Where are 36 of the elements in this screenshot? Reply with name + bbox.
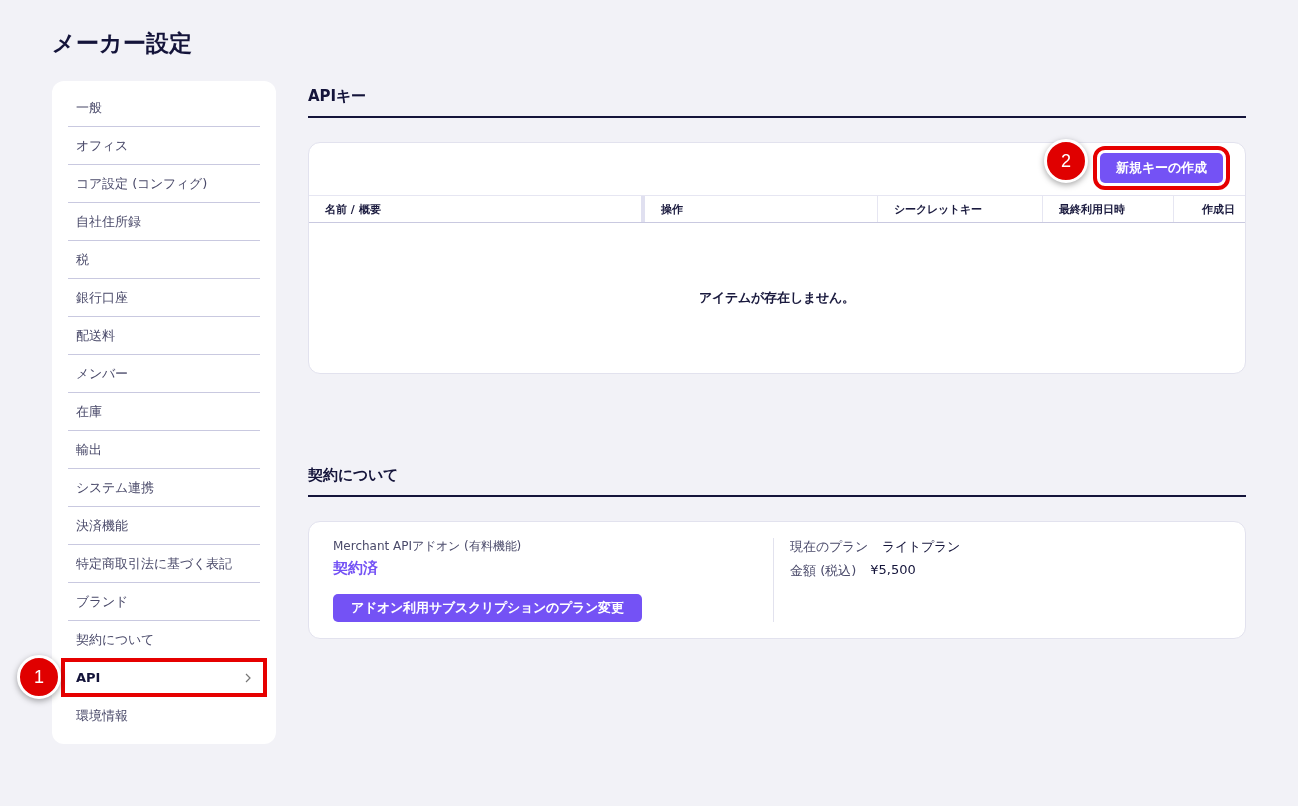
sidebar-item[interactable]: コア設定 (コンフィグ)	[68, 165, 260, 202]
section-heading: APIキー	[308, 81, 1246, 118]
callout-marker: 2	[1044, 139, 1088, 183]
sidebar-item[interactable]: 契約について	[68, 621, 260, 658]
addon-label: Merchant APIアドオン (有料機能)	[333, 538, 522, 555]
sidebar-item[interactable]: 特定商取引法に基づく表記	[68, 545, 260, 582]
chevron-right-icon	[244, 673, 252, 683]
sidebar-item[interactable]: 自社住所録	[68, 203, 260, 240]
change-plan-button[interactable]: アドオン利用サブスクリプションのプラン変更	[333, 594, 642, 622]
sidebar-item[interactable]: 銀行口座	[68, 279, 260, 316]
sidebar-item[interactable]: 一般	[68, 89, 260, 126]
sidebar-item[interactable]: 環境情報	[68, 697, 260, 734]
sidebar-item[interactable]: オフィス	[68, 127, 260, 164]
column-header: 作成日	[1201, 201, 1236, 218]
sidebar-item[interactable]: 決済機能	[68, 507, 260, 544]
callout-marker: 1	[17, 655, 61, 699]
sidebar-item[interactable]: 輸出	[68, 431, 260, 468]
sidebar-item[interactable]: API	[62, 659, 266, 696]
detail-value: ライトプラン	[882, 538, 960, 556]
empty-message: アイテムが存在しません。	[699, 289, 855, 307]
sidebar-item[interactable]: 在庫	[68, 393, 260, 430]
detail-value: ¥5,500	[870, 562, 916, 579]
detail-label: 現在のプラン	[790, 538, 868, 556]
sidebar-item[interactable]: システム連携	[68, 469, 260, 506]
section-heading: 契約について	[308, 460, 1246, 497]
sidebar-item[interactable]: 税	[68, 241, 260, 278]
page-title: メーカー設定	[52, 29, 193, 58]
sidebar-item[interactable]: 配送料	[68, 317, 260, 354]
column-header: 最終利用日時	[1043, 196, 1174, 222]
sidebar-item[interactable]: ブランド	[68, 583, 260, 620]
column-header: シークレットキー	[878, 196, 1043, 222]
contract-status: 契約済	[333, 559, 378, 578]
column-header: 操作	[645, 196, 878, 222]
detail-label: 金額 (税込)	[790, 562, 857, 580]
column-header: 名前 / 概要	[309, 196, 645, 222]
sidebar-item[interactable]: メンバー	[68, 355, 260, 392]
